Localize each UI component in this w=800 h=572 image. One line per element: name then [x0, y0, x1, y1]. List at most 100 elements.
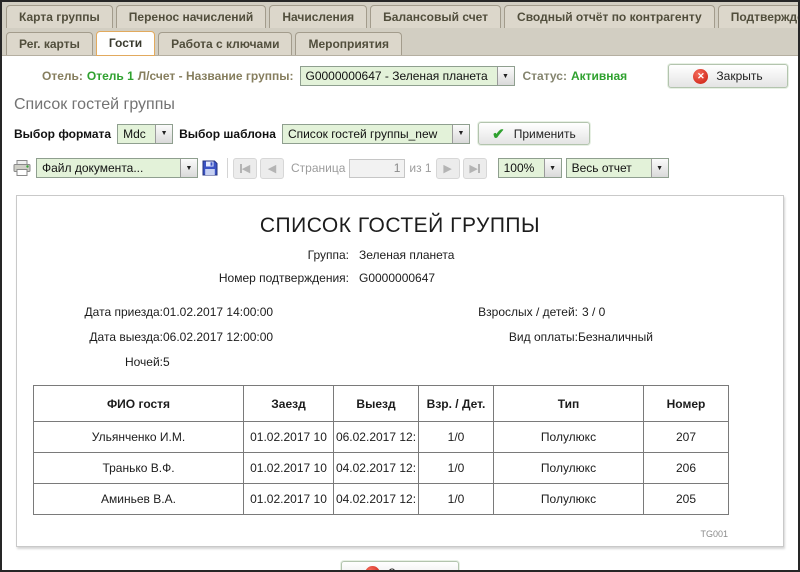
next-page-button[interactable]: ▶: [435, 157, 460, 179]
room-number: 206: [643, 452, 729, 484]
group-header-row: Отель: Отель 1 Л/счет - Название группы:…: [2, 56, 798, 92]
room-number: 205: [643, 483, 729, 515]
app-window: Карта группы Перенос начислений Начисления…: [0, 0, 800, 572]
tab-events[interactable]: Мероприятия: [295, 32, 403, 55]
first-page-button[interactable]: ◀: [233, 157, 257, 179]
view-mode-select[interactable]: Весь отчет ▼: [565, 158, 669, 178]
last-page-button[interactable]: ▶: [462, 157, 487, 179]
chevron-down-icon[interactable]: ▼: [155, 124, 173, 143]
close-red-icon: ✕: [365, 565, 381, 570]
report-title: СПИСОК ГОСТЕЙ ГРУППЫ: [259, 214, 541, 237]
table-row: Аминьев В.А. 01.02.2017 10 04.02.2017 12…: [33, 483, 729, 515]
group-select-value: G0000000647 - Зеленая планета: [305, 69, 488, 83]
guest-name: Ульянченко И.М.: [33, 421, 244, 453]
hotel-value: Отель 1: [86, 69, 134, 83]
adults-children-label: Взрослых / детей:: [478, 305, 578, 319]
report-confirmation-value: G0000000647: [359, 271, 436, 285]
report-form-code: TG001: [700, 529, 728, 539]
page-number-input[interactable]: [349, 158, 406, 178]
tab-balance-account[interactable]: Балансовый счет: [370, 5, 502, 28]
format-label: Выбор формата: [14, 126, 112, 141]
departure-date-label: Дата выезда:: [89, 330, 163, 344]
zoom-select-value: 100%: [503, 161, 535, 175]
page-title: Список гостей группы: [14, 96, 175, 113]
report-details: Дата приезда: 01.02.2017 14:00:00 Дата в…: [33, 305, 767, 383]
col-checkout: Выезд: [333, 385, 419, 422]
col-guest-name: ФИО гостя: [33, 385, 244, 422]
close-button-top[interactable]: ✕ Закрыть: [668, 64, 788, 88]
tab-charge-transfer[interactable]: Перенос начислений: [115, 5, 267, 28]
room-type: Полулюкс: [493, 452, 644, 484]
report-group-value: Зеленая планета: [359, 248, 455, 262]
payment-type-value: Безналичный: [578, 330, 653, 344]
col-adults-children: Взр. / Дет.: [418, 385, 494, 422]
save-icon[interactable]: [198, 157, 222, 179]
format-select-value: Mdc: [123, 126, 146, 141]
close-button-top-label: Закрыть: [716, 69, 763, 83]
footer-bar: ✕ Закрыть: [2, 561, 798, 570]
arrival-date-value: 01.02.2017 14:00:00: [163, 305, 274, 319]
tab-charges[interactable]: Начисления: [269, 5, 368, 28]
chevron-down-icon[interactable]: ▼: [496, 67, 514, 85]
chevron-down-icon[interactable]: ▼: [180, 159, 197, 177]
adults-children-value: 3 / 0: [582, 305, 606, 319]
main-tab-bar: Карта группы Перенос начислений Начисления…: [2, 2, 798, 28]
departure-date-value: 06.02.2017 12:00:00: [163, 330, 274, 344]
tab-reg-cards[interactable]: Рег. карты: [6, 32, 93, 55]
apply-button-label: Применить: [513, 126, 576, 141]
document-file-select[interactable]: Файл документа... ▼: [36, 158, 198, 178]
report-toolbar: Файл документа... ▼ ◀ ◀ Страница из 1 ▶ …: [2, 151, 798, 185]
tab-counterparty-report[interactable]: Сводный отчёт по контрагенту: [504, 5, 715, 28]
col-room-number: Номер: [643, 385, 729, 422]
room-type: Полулюкс: [493, 421, 644, 453]
format-row: Выбор формата Mdc ▼ Выбор шаблона Список…: [2, 120, 798, 151]
guest-table: ФИО гостя Заезд Выезд Взр. / Дет. Тип Но…: [33, 385, 729, 515]
chevron-down-icon[interactable]: ▼: [650, 159, 668, 177]
toolbar-divider: [227, 158, 228, 178]
close-button-bottom-label: Закрыть: [388, 566, 434, 570]
room-type: Полулюкс: [493, 483, 644, 515]
apply-button[interactable]: ✔ Применить: [477, 122, 590, 145]
template-label: Выбор шаблона: [179, 126, 276, 141]
report-preview-panel: СПИСОК ГОСТЕЙ ГРУППЫ Группа: Зеленая пла…: [16, 195, 784, 547]
checkin-date: 01.02.2017 10: [243, 452, 334, 484]
account-group-label: Л/счет - Название группы:: [137, 69, 294, 83]
print-icon[interactable]: [10, 157, 34, 179]
tab-keys[interactable]: Работа с ключами: [158, 32, 293, 55]
adults-children: 1/0: [418, 483, 494, 515]
status-label: Статус:: [522, 69, 567, 83]
group-select[interactable]: G0000000647 - Зеленая планета ▼: [299, 66, 515, 86]
hotel-label: Отель:: [42, 69, 83, 83]
zoom-select[interactable]: 100% ▼: [497, 158, 562, 178]
guest-name: Транько В.Ф.: [33, 452, 244, 484]
checkout-date: 06.02.2017 12:: [333, 421, 419, 453]
tab-group-card[interactable]: Карта группы: [6, 5, 113, 28]
sub-tab-bar: Рег. карты Гости Работа с ключами Мероприят…: [2, 28, 798, 56]
checkin-date: 01.02.2017 10: [243, 421, 334, 453]
tab-guests[interactable]: Гости: [95, 31, 156, 56]
close-button-bottom[interactable]: ✕ Закрыть: [341, 561, 459, 570]
checkout-date: 04.02.2017 12:: [333, 483, 419, 515]
checkout-date: 04.02.2017 12:: [333, 452, 419, 484]
report-confirmation-label: Номер подтверждения:: [218, 271, 349, 285]
arrival-date-label: Дата приезда:: [84, 305, 163, 319]
guest-table-header-row: ФИО гостя Заезд Выезд Взр. / Дет. Тип Но…: [33, 385, 729, 422]
close-red-icon: ✕: [693, 68, 709, 84]
chevron-down-icon[interactable]: ▼: [543, 159, 561, 177]
adults-children: 1/0: [418, 452, 494, 484]
col-room-type: Тип: [493, 385, 644, 422]
col-checkin: Заезд: [243, 385, 334, 422]
adults-children: 1/0: [418, 421, 494, 453]
nights-value: 5: [163, 355, 170, 369]
format-select[interactable]: Mdc ▼: [117, 123, 174, 144]
report-group-label: Группа:: [307, 248, 349, 262]
guest-name: Аминьев В.А.: [33, 483, 244, 515]
tab-confirmations[interactable]: Подтверждения: [717, 5, 798, 28]
report-header-fields: Группа: Зеленая планета Номер подтвержде…: [33, 248, 767, 285]
document-file-select-value: Файл документа...: [42, 161, 144, 175]
chevron-down-icon[interactable]: ▼: [451, 124, 469, 143]
prev-page-button[interactable]: ◀: [260, 157, 284, 179]
status-value: Активная: [570, 69, 628, 83]
template-select[interactable]: Список гостей группы_new ▼: [281, 123, 470, 144]
payment-type-label: Вид оплаты:: [508, 330, 578, 344]
